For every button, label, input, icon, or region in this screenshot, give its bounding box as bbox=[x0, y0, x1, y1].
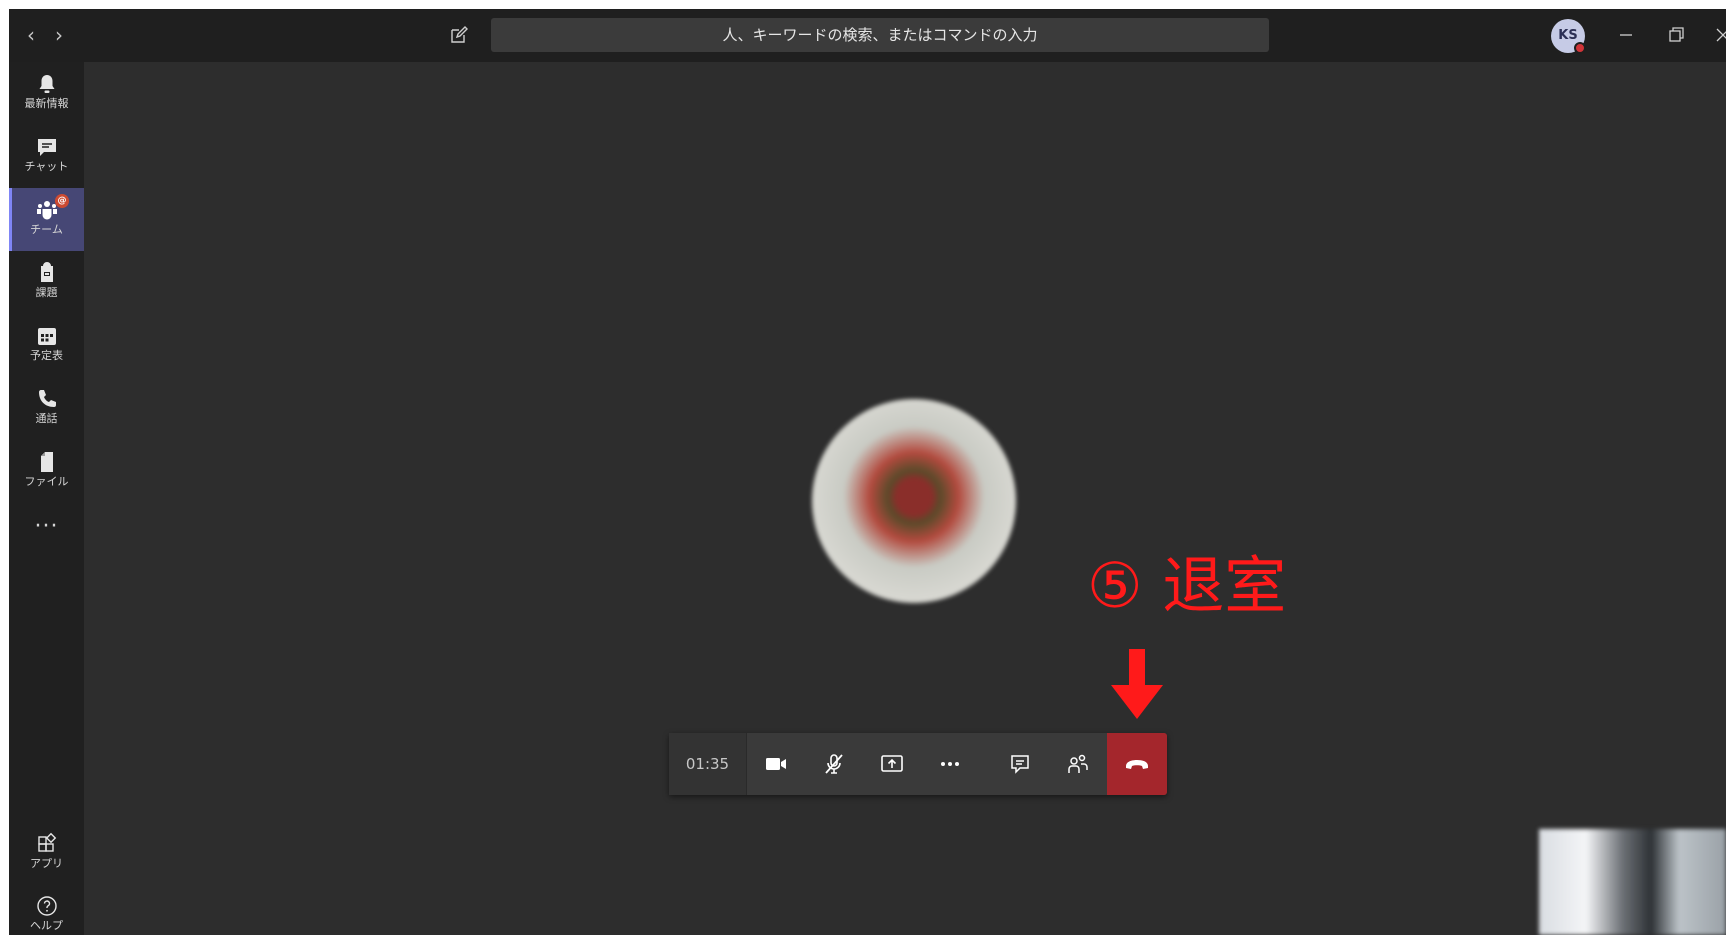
appbar-label: チーム bbox=[30, 223, 63, 236]
self-video-preview bbox=[1539, 829, 1726, 935]
hangup-icon bbox=[1126, 760, 1148, 769]
participant-avatar bbox=[812, 399, 1016, 603]
appbar-item-chat[interactable]: チャット bbox=[9, 125, 84, 185]
appbar-label: アプリ bbox=[30, 857, 63, 870]
appbar-item-teams[interactable]: @ チーム bbox=[9, 188, 84, 251]
camera-icon bbox=[766, 758, 786, 770]
hangup-button[interactable] bbox=[1107, 733, 1167, 795]
appbar-item-activity[interactable]: 最新情報 bbox=[9, 62, 84, 122]
app-bar: 最新情報 チャット @ チーム 課題 予定表 通話 ファイル ··· アプリ ヘ… bbox=[9, 62, 84, 935]
file-icon bbox=[40, 452, 53, 472]
chat-icon bbox=[37, 139, 56, 156]
compose-icon[interactable] bbox=[449, 25, 469, 45]
share-screen-icon bbox=[881, 755, 903, 772]
appbar-item-assignments[interactable]: 課題 bbox=[9, 251, 84, 311]
appbar-label: 課題 bbox=[35, 286, 58, 299]
help-icon bbox=[36, 896, 57, 916]
title-bar: ‹ › 人、キーワードの検索、またはコマンドの入力 KS bbox=[9, 9, 1726, 62]
mute-button[interactable] bbox=[805, 733, 863, 795]
participant-name-blurred bbox=[121, 811, 241, 833]
mic-muted-icon bbox=[825, 754, 843, 774]
more-actions-button[interactable] bbox=[921, 733, 979, 795]
participants-icon bbox=[1068, 754, 1088, 773]
appbar-label: 予定表 bbox=[30, 349, 63, 362]
calendar-icon bbox=[37, 328, 56, 345]
appbar-item-calls[interactable]: 通話 bbox=[9, 377, 84, 437]
forward-arrow-icon[interactable]: › bbox=[49, 24, 69, 46]
appbar-label: 通話 bbox=[35, 412, 58, 425]
conversation-button[interactable] bbox=[991, 733, 1049, 795]
chat-icon bbox=[1011, 755, 1029, 774]
close-icon[interactable] bbox=[1709, 21, 1726, 49]
appbar-item-calendar[interactable]: 予定表 bbox=[9, 314, 84, 374]
appbar-item-apps[interactable]: アプリ bbox=[9, 822, 84, 882]
appbar-label: チャット bbox=[24, 160, 69, 173]
participants-button[interactable] bbox=[1049, 733, 1107, 795]
assignments-icon bbox=[40, 262, 53, 282]
call-controls: 01:35 bbox=[669, 733, 1167, 795]
annotation-arrow-icon bbox=[1111, 649, 1163, 719]
apps-icon bbox=[37, 832, 56, 852]
phone-icon bbox=[38, 390, 56, 407]
restore-icon[interactable] bbox=[1661, 21, 1691, 49]
appbar-label: 最新情報 bbox=[24, 97, 69, 110]
back-arrow-icon[interactable]: ‹ bbox=[21, 24, 41, 46]
mention-badge: @ bbox=[55, 194, 69, 208]
appbar-item-help[interactable]: ヘルプ bbox=[9, 884, 84, 935]
status-dot bbox=[1574, 42, 1586, 54]
bell-icon bbox=[39, 75, 54, 93]
appbar-item-files[interactable]: ファイル bbox=[9, 440, 84, 500]
more-icon bbox=[941, 762, 959, 766]
appbar-label: ヘルプ bbox=[30, 919, 63, 932]
avatar[interactable]: KS bbox=[1551, 19, 1586, 54]
more-apps-icon[interactable]: ··· bbox=[9, 516, 84, 544]
call-timer: 01:35 bbox=[669, 733, 747, 795]
appbar-label: ファイル bbox=[24, 475, 69, 488]
share-screen-button[interactable] bbox=[863, 733, 921, 795]
teams-window: ‹ › 人、キーワードの検索、またはコマンドの入力 KS 最新情報 チャット @… bbox=[9, 9, 1726, 935]
search-input[interactable]: 人、キーワードの検索、またはコマンドの入力 bbox=[491, 18, 1269, 52]
minimize-icon[interactable] bbox=[1611, 21, 1641, 49]
camera-button[interactable] bbox=[747, 733, 805, 795]
annotation-label: ⑤ 退室 bbox=[1087, 549, 1287, 622]
